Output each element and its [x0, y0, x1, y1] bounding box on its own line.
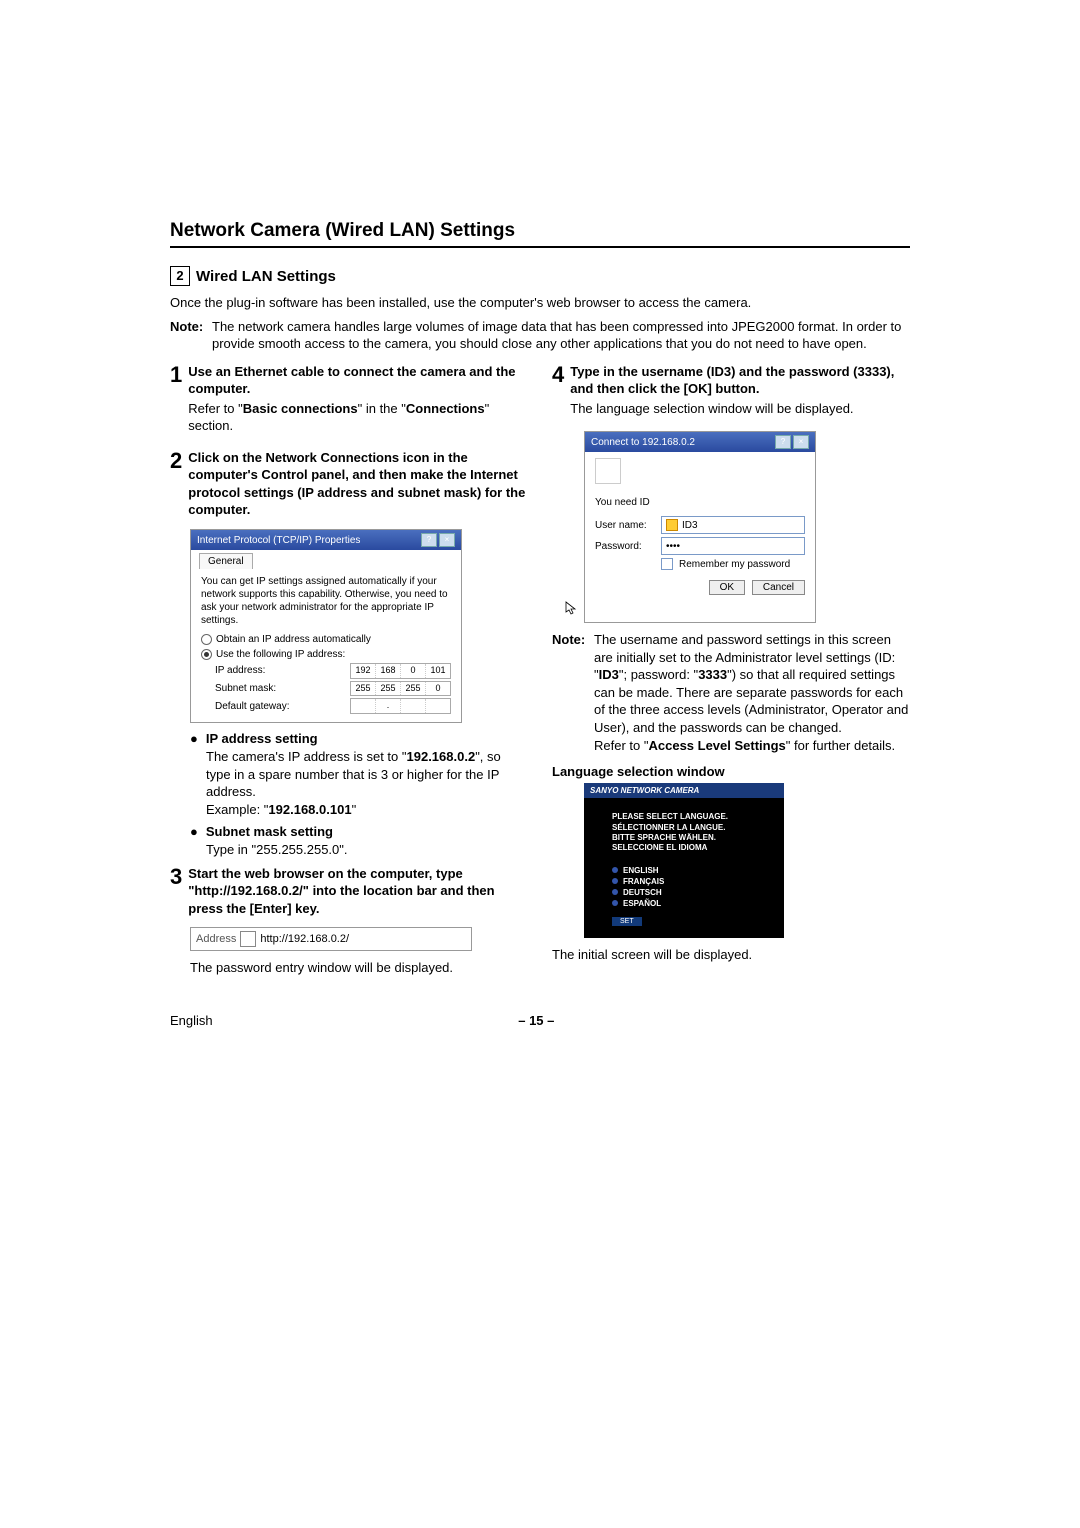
key-icon [666, 519, 678, 531]
checkbox-icon[interactable] [661, 558, 673, 570]
help-icon[interactable]: ? [421, 533, 437, 547]
cursor-icon [565, 601, 577, 615]
close-icon[interactable]: × [793, 435, 809, 449]
intro-text: Once the plug-in software has been insta… [170, 294, 910, 312]
step-body: Refer to "Basic connections" in the "Con… [188, 400, 528, 435]
page-title: Network Camera (Wired LAN) Settings [170, 220, 910, 242]
dialog-titlebar: Connect to 192.168.0.2 ? × [585, 432, 815, 452]
bullet-icon: ● [190, 824, 198, 839]
language-window: SANYO NETWORK CAMERA PLEASE SELECT LANGU… [584, 783, 784, 938]
dialog-description: You can get IP settings assigned automat… [201, 575, 451, 627]
step-number: 2 [170, 449, 182, 521]
page-icon [240, 931, 256, 947]
bullet-ip: ● IP address setting [190, 731, 528, 746]
manual-page: Network Camera (Wired LAN) Settings 2 Wi… [170, 220, 910, 1028]
dialog-title: Connect to 192.168.0.2 [591, 437, 695, 448]
step-heading: Start the web browser on the computer, t… [188, 865, 528, 918]
bullet-icon [612, 900, 618, 906]
help-icon[interactable]: ? [775, 435, 791, 449]
step-body: The language selection window will be di… [570, 400, 910, 418]
lang-list: ENGLISH FRANÇAIS DEUTSCH ESPAÑOL [584, 858, 784, 916]
step-heading: Click on the Network Connections icon in… [188, 449, 528, 519]
step-3: 3 Start the web browser on the computer,… [170, 865, 528, 920]
page-number: – 15 – [518, 1013, 554, 1028]
login-dialog: Connect to 192.168.0.2 ? × You need ID U… [584, 431, 816, 623]
note-text: The username and password settings in th… [594, 631, 910, 754]
step-heading: Type in the username (ID3) and the passw… [570, 363, 910, 398]
tcp-ip-dialog: Internet Protocol (TCP/IP) Properties ? … [190, 529, 462, 723]
step-number: 3 [170, 865, 182, 920]
bullet-heading: IP address setting [206, 731, 318, 746]
address-bar: Address http://192.168.0.2/ [190, 927, 472, 951]
footer-language: English [170, 1013, 213, 1028]
lang-prompt: PLEASE SELECT LANGUAGE. SÉLECTIONNER LA … [584, 798, 784, 858]
title-rule: Network Camera (Wired LAN) Settings [170, 220, 910, 248]
lang-after: The initial screen will be displayed. [552, 946, 910, 964]
step2-details: ● IP address setting The camera's IP add… [170, 731, 528, 859]
dialog-titlebar: Internet Protocol (TCP/IP) Properties ? … [191, 530, 461, 550]
ok-button[interactable]: OK [709, 580, 745, 595]
bullet-body: Type in "255.255.255.0". [190, 841, 528, 859]
gateway-input[interactable]: . [350, 698, 451, 714]
bullet-icon [612, 867, 618, 873]
bullet-mask: ● Subnet mask setting [190, 824, 528, 839]
note-block: Note: The network camera handles large v… [170, 318, 910, 353]
radio-auto[interactable]: Obtain an IP address automatically [201, 633, 451, 646]
step-number: 4 [552, 363, 564, 424]
bullet-body: The camera's IP address is set to "192.1… [190, 748, 528, 818]
bullet-icon [612, 878, 618, 884]
lang-option-espanol[interactable]: ESPAÑOL [612, 899, 784, 908]
step-2: 2 Click on the Network Connections icon … [170, 449, 528, 521]
set-button[interactable]: SET [612, 917, 642, 926]
subnet-mask-input[interactable]: 2552552550 [350, 681, 451, 697]
address-value[interactable]: http://192.168.0.2/ [260, 933, 349, 945]
bullet-icon [612, 889, 618, 895]
password-row: Password: •••• [595, 537, 805, 555]
gateway-row: Default gateway: . [201, 698, 451, 714]
step-4: 4 Type in the username (ID3) and the pas… [552, 363, 910, 424]
lang-header: SANYO NETWORK CAMERA [584, 783, 784, 798]
close-icon[interactable]: × [439, 533, 455, 547]
bullet-icon: ● [190, 731, 198, 746]
bullet-heading: Subnet mask setting [206, 824, 333, 839]
cancel-button[interactable]: Cancel [752, 580, 805, 595]
lang-caption: Language selection window [552, 764, 910, 779]
two-columns: 1 Use an Ethernet cable to connect the c… [170, 363, 910, 983]
dialog-tab: General [191, 550, 461, 569]
lang-option-deutsch[interactable]: DEUTSCH [612, 888, 784, 897]
username-row: User name: ID3 [595, 516, 805, 534]
note2-block: Note: The username and password settings… [552, 631, 910, 754]
step-1: 1 Use an Ethernet cable to connect the c… [170, 363, 528, 441]
subnet-mask-row: Subnet mask: 2552552550 [201, 681, 451, 697]
username-input[interactable]: ID3 [661, 516, 805, 534]
section-number: 2 [170, 266, 190, 286]
dialog-title: Internet Protocol (TCP/IP) Properties [197, 535, 360, 546]
step3-after: The password entry window will be displa… [170, 959, 528, 977]
radio-use-following[interactable]: Use the following IP address: [201, 648, 451, 661]
ip-address-input[interactable]: 1921680101 [350, 663, 451, 679]
ip-address-row: IP address: 1921680101 [201, 663, 451, 679]
left-column: 1 Use an Ethernet cable to connect the c… [170, 363, 528, 983]
keys-icon [595, 458, 621, 484]
note-label: Note: [552, 631, 590, 754]
note-label: Note: [170, 318, 208, 353]
address-label: Address [196, 933, 236, 945]
step-heading: Use an Ethernet cable to connect the cam… [188, 363, 528, 398]
page-footer: English – 15 – [170, 1013, 910, 1028]
section-header: 2 Wired LAN Settings [170, 266, 910, 286]
section-title: Wired LAN Settings [196, 268, 336, 285]
remember-row[interactable]: Remember my password [595, 558, 805, 570]
lang-option-english[interactable]: ENGLISH [612, 866, 784, 875]
login-message: You need ID [595, 497, 805, 508]
password-input[interactable]: •••• [661, 537, 805, 555]
step-number: 1 [170, 363, 182, 441]
note-text: The network camera handles large volumes… [212, 318, 910, 353]
right-column: 4 Type in the username (ID3) and the pas… [552, 363, 910, 983]
lang-option-francais[interactable]: FRANÇAIS [612, 877, 784, 886]
